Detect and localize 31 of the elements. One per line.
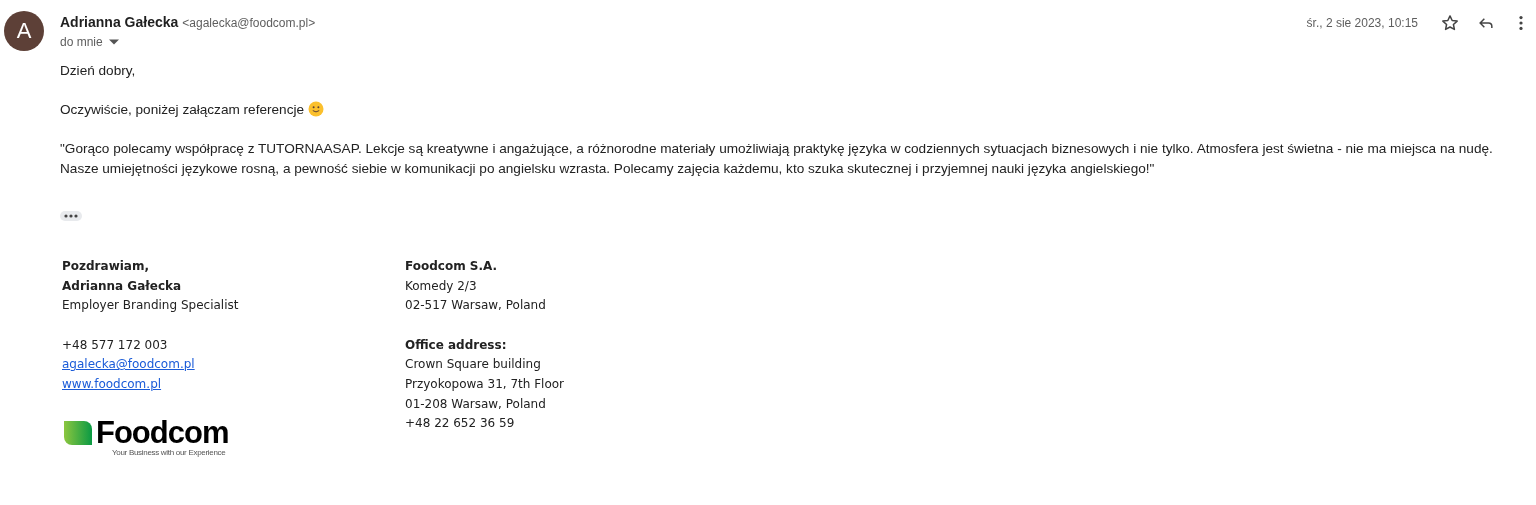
signature-line: 01-208 Warsaw, Poland: [405, 395, 547, 413]
signature-line: Pozdrawiam,: [62, 258, 150, 275]
caret-icon: [108, 39, 119, 45]
more-options-icon[interactable]: [1518, 14, 1524, 32]
signature-line: +48 22 652 36 59: [405, 415, 516, 433]
signature-link[interactable]: agalecka@foodcom.pl: [62, 355, 195, 375]
signature-line: Crown Square building: [405, 356, 542, 374]
signature-link[interactable]: www.foodcom.pl: [62, 375, 162, 395]
body-paragraph: Oczywiście, poniżej załączam referencje: [60, 102, 305, 117]
signature-line: +48 577 172 003: [62, 336, 169, 354]
body-paragraph: "Gorąco polecamy współpracę z TUTORNAASAP. Lekcje są kreatywne i angażujące, a różnorodne materiały umożliwiają praktykę języka w codziennych sytuacjach biznesowych i nie tylko. Atmosfera jest świetna - nie ma miejsca na nudę. Nasze umiejętności językowe rosną, a pewność siebie w komunikacji po angielsku wzrasta. Polecamy zajęcia każdemu, kto szuka skutecznej i przyjemnej nauki języka angielskiego!": [60, 141, 1493, 176]
star-icon[interactable]: [1440, 13, 1460, 33]
signature-line: Employer Branding Specialist: [62, 297, 240, 315]
signature-line: Przyokopowa 31, 7th Floor: [405, 376, 566, 393]
smiley-icon: [308, 101, 325, 117]
signature-line: Office address:: [405, 336, 508, 354]
leaf-icon: [64, 420, 92, 445]
show-trimmed-button[interactable]: [60, 211, 82, 221]
logo-tagline: Your Business with our Experience: [112, 447, 227, 457]
message-date: śr., 2 sie 2023, 10:15: [1306, 16, 1418, 30]
ellipsis-icon: [63, 214, 79, 218]
body-paragraph: Dzień dobry,: [60, 63, 136, 78]
recipient-dropdown[interactable]: do mnie: [60, 35, 119, 49]
signature-line: 02-517 Warsaw, Poland: [405, 297, 547, 315]
sender-name: Adrianna Gałecka: [60, 14, 179, 30]
avatar: A: [4, 11, 44, 51]
signature-line: Komedy 2/3: [405, 277, 478, 295]
sender-email: <agalecka@foodcom.pl>: [182, 16, 316, 30]
logo-wordmark: Foodcom: [96, 417, 229, 448]
signature-line: Adrianna Gałecka: [62, 277, 183, 295]
signature-line: Foodcom S.A.: [405, 258, 499, 275]
